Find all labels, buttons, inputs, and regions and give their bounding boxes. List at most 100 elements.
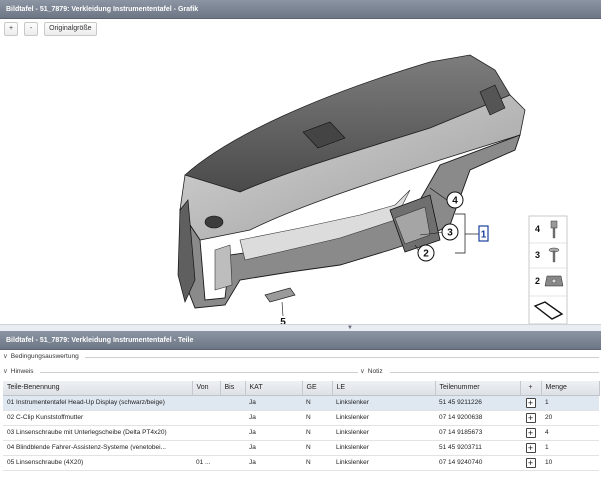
to-cell bbox=[220, 425, 245, 441]
table-row[interactable]: 03 Linsenschraube mit Unterlegscheibe (D… bbox=[3, 425, 599, 441]
add-cell: + bbox=[520, 410, 541, 426]
ge-cell: N bbox=[302, 440, 332, 456]
column-header-add[interactable]: + bbox=[520, 381, 542, 396]
add-cell: + bbox=[520, 455, 541, 471]
column-header-from[interactable]: Von bbox=[192, 381, 221, 396]
divider bbox=[85, 357, 599, 358]
chevron-down-icon: ∨ bbox=[360, 368, 365, 375]
callout-2[interactable]: 2 bbox=[417, 244, 435, 262]
part-name-cell: 03 Linsenschraube mit Unterlegscheibe (D… bbox=[3, 425, 192, 441]
graphic-toolbar: + - Originalgröße bbox=[4, 22, 97, 38]
svg-text:2: 2 bbox=[423, 249, 429, 260]
panel-splitter[interactable]: ▼ bbox=[0, 324, 601, 331]
add-cell: + bbox=[520, 440, 541, 456]
zoom-in-button[interactable]: + bbox=[4, 22, 19, 36]
cat-cell: Ja bbox=[245, 425, 302, 441]
chevron-down-icon: ∨ bbox=[3, 353, 8, 360]
table-row[interactable]: 02 C-Clip Kunststoffmutter Ja N Linkslen… bbox=[3, 410, 599, 426]
condition-label: Bedingungsauswertung bbox=[10, 353, 79, 360]
table-header-row: Teile-Benennung Von Bis KAT GE LE Teilen… bbox=[3, 381, 600, 396]
parts-diagram: 4 3 2 1 5 4 3 2 bbox=[0, 40, 601, 326]
ge-cell: N bbox=[302, 455, 332, 471]
svg-text:3: 3 bbox=[447, 228, 453, 239]
note-toggle[interactable]: ∨ Notiz bbox=[360, 366, 383, 378]
callout-leader-5 bbox=[281, 301, 284, 317]
add-to-cart-button[interactable]: + bbox=[525, 412, 536, 423]
from-cell bbox=[192, 440, 220, 456]
column-header-part-number[interactable]: Teilenummer bbox=[435, 381, 521, 396]
cat-cell: Ja bbox=[245, 395, 302, 411]
add-cell: + bbox=[520, 425, 541, 441]
cat-cell: Ja bbox=[245, 440, 302, 456]
part-name-cell: 01 Instrumententafel Head-Up Display (sc… bbox=[3, 395, 192, 411]
part-name-cell: 02 C-Clip Kunststoffmutter bbox=[3, 410, 192, 426]
le-cell: Linkslenker bbox=[332, 425, 435, 441]
column-header-quantity[interactable]: Menge bbox=[541, 381, 600, 396]
quantity-cell: 4 bbox=[541, 425, 599, 441]
from-cell bbox=[192, 395, 220, 411]
from-cell bbox=[192, 425, 220, 441]
left-vent bbox=[204, 215, 224, 229]
part-number-cell: 51 45 9203711 bbox=[435, 440, 520, 456]
to-cell bbox=[220, 395, 245, 411]
quantity-cell: 10 bbox=[541, 455, 599, 471]
chevron-down-icon: ∨ bbox=[3, 368, 8, 375]
table-row[interactable]: 04 Blindblende Fahrer-Assistenz-Systeme … bbox=[3, 440, 599, 456]
hint-label: Hinweis bbox=[10, 368, 34, 375]
add-to-cart-button[interactable]: + bbox=[525, 427, 536, 438]
ge-cell: N bbox=[302, 410, 332, 426]
from-cell bbox=[192, 410, 220, 426]
column-header-le[interactable]: LE bbox=[332, 381, 436, 396]
quantity-cell: 1 bbox=[541, 395, 599, 411]
dashboard-illustration: 4 3 2 1 5 4 3 2 bbox=[177, 54, 568, 326]
table-row[interactable]: 01 Instrumententafel Head-Up Display (sc… bbox=[3, 395, 599, 411]
parts-panel-header: Bildtafel - 51_7879: Verkleidung Instrum… bbox=[0, 331, 601, 350]
quantity-cell: 1 bbox=[541, 440, 599, 456]
divider bbox=[40, 372, 358, 373]
add-to-cart-button[interactable]: + bbox=[525, 457, 536, 468]
part-number-cell: 07 14 9240740 bbox=[435, 455, 520, 471]
callout-1[interactable]: 1 bbox=[478, 225, 489, 242]
table-row[interactable]: 05 Linsenschraube (4X20) 01 ... Ja N Lin… bbox=[3, 455, 599, 471]
svg-text:2: 2 bbox=[535, 276, 540, 286]
ge-cell: N bbox=[302, 425, 332, 441]
le-cell: Linkslenker bbox=[332, 395, 435, 411]
add-cell: + bbox=[520, 395, 541, 411]
hint-toggle[interactable]: ∨ Hinweis bbox=[3, 366, 34, 378]
note-label: Notiz bbox=[367, 368, 383, 375]
column-header-name[interactable]: Teile-Benennung bbox=[3, 381, 193, 396]
thumbnail-strip: 4 3 2 bbox=[528, 215, 568, 325]
quantity-cell: 20 bbox=[541, 410, 599, 426]
svg-text:1: 1 bbox=[481, 230, 487, 241]
le-cell: Linkslenker bbox=[332, 440, 435, 456]
add-to-cart-button[interactable]: + bbox=[525, 397, 536, 408]
to-cell bbox=[220, 440, 245, 456]
to-cell bbox=[220, 455, 245, 471]
part-number-cell: 07 14 9185673 bbox=[435, 425, 520, 441]
from-cell: 01 ... bbox=[192, 455, 220, 471]
le-cell: Linkslenker bbox=[332, 455, 435, 471]
callout-4[interactable]: 4 bbox=[446, 191, 464, 209]
condition-toggle[interactable]: ∨ Bedingungsauswertung bbox=[3, 351, 79, 363]
trim-strip-part bbox=[264, 287, 296, 303]
zoom-out-button[interactable]: - bbox=[24, 22, 39, 36]
add-to-cart-button[interactable]: + bbox=[525, 442, 536, 453]
parts-table: Teile-Benennung Von Bis KAT GE LE Teilen… bbox=[3, 381, 600, 471]
svg-text:3: 3 bbox=[535, 250, 540, 260]
cat-cell: Ja bbox=[245, 410, 302, 426]
thumbnail-part-2[interactable]: 2 bbox=[535, 275, 564, 287]
callout-3[interactable]: 3 bbox=[441, 223, 459, 241]
original-size-button[interactable]: Originalgröße bbox=[44, 22, 97, 36]
svg-text:4: 4 bbox=[535, 224, 540, 234]
cat-cell: Ja bbox=[245, 455, 302, 471]
svg-text:4: 4 bbox=[452, 196, 458, 207]
frame-cutout-left bbox=[214, 244, 233, 291]
column-header-to[interactable]: Bis bbox=[220, 381, 246, 396]
to-cell bbox=[220, 410, 245, 426]
part-number-cell: 51 45 9211226 bbox=[435, 395, 520, 411]
column-header-ge[interactable]: GE bbox=[302, 381, 333, 396]
column-header-cat[interactable]: KAT bbox=[245, 381, 303, 396]
part-number-cell: 07 14 9200638 bbox=[435, 410, 520, 426]
divider bbox=[390, 372, 599, 373]
part-name-cell: 04 Blindblende Fahrer-Assistenz-Systeme … bbox=[3, 440, 192, 456]
